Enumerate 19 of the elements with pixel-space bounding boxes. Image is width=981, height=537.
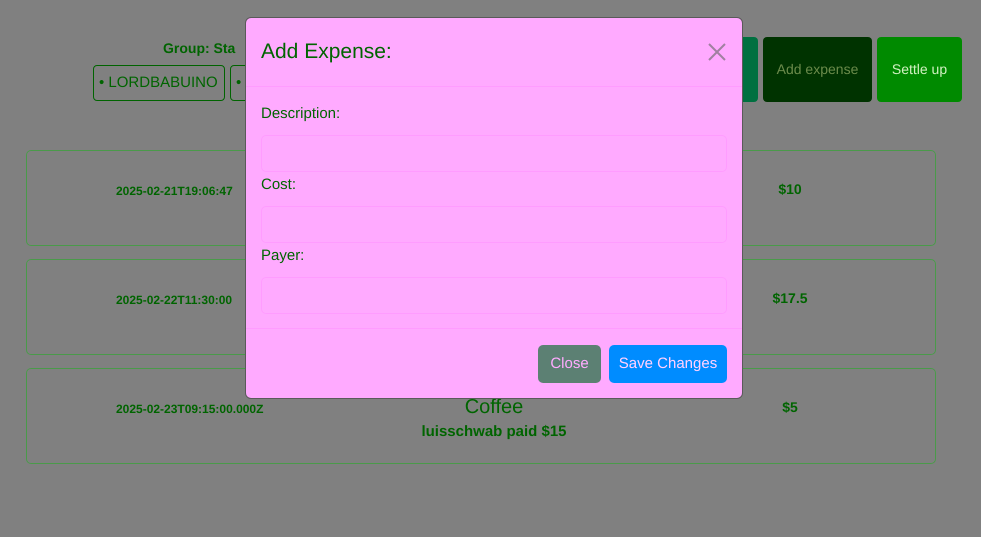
field-label: Payer:: [261, 246, 306, 266]
group-title: Group: Sta: [163, 39, 236, 58]
expense-amount: $17.5: [772, 289, 808, 308]
expense-title: Coffee: [464, 395, 524, 419]
member-chip[interactable]: • LORDBABUINO: [93, 65, 225, 101]
close-icon[interactable]: [708, 43, 726, 61]
expense-date: 2025-02-22T11:30:00: [116, 293, 232, 307]
save-button[interactable]: Save Changes: [609, 345, 727, 383]
expense-payer: luisschwab paid $15: [421, 422, 567, 442]
field-label: Description:: [261, 104, 342, 124]
field-label: Cost:: [261, 175, 298, 195]
expense-date: 2025-02-21T19:06:47: [116, 184, 233, 198]
settle-up-button[interactable]: Settle up: [877, 37, 962, 102]
expense-amount: $5: [782, 398, 798, 417]
close-button[interactable]: Close: [538, 345, 601, 383]
expense-date: 2025-02-23T09:15:00.000Z: [116, 402, 264, 416]
add-expense-button[interactable]: Add expense: [763, 37, 872, 102]
expense-amount: $10: [778, 180, 802, 199]
modal-title: Add Expense:: [261, 39, 392, 66]
